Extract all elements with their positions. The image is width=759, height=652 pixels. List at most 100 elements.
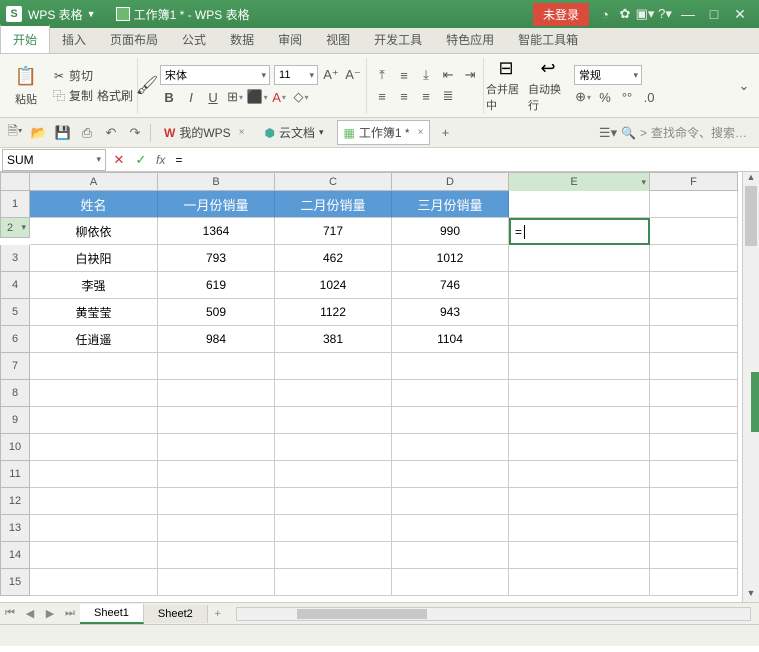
cell[interactable] bbox=[650, 218, 738, 245]
cell[interactable] bbox=[392, 380, 509, 407]
italic-button[interactable]: I bbox=[182, 88, 200, 106]
align-right-button[interactable]: ≡ bbox=[417, 87, 435, 105]
cell[interactable] bbox=[30, 380, 158, 407]
cell[interactable] bbox=[509, 245, 650, 272]
row-header[interactable]: 6 bbox=[0, 326, 30, 353]
formula-accept-button[interactable]: ✓ bbox=[130, 152, 152, 168]
sheet-tab-2[interactable]: Sheet2 bbox=[144, 605, 208, 623]
cell[interactable] bbox=[650, 407, 738, 434]
tab-smarttools[interactable]: 智能工具箱 bbox=[506, 26, 590, 53]
cell[interactable]: 1024 bbox=[275, 272, 392, 299]
paste-button[interactable]: 📋 粘贴 bbox=[6, 60, 46, 112]
row-header[interactable]: 10 bbox=[0, 434, 30, 461]
tab-data[interactable]: 数据 bbox=[218, 26, 266, 53]
share-icon[interactable]: ▣▾ bbox=[635, 6, 655, 22]
formula-cancel-button[interactable]: ✕ bbox=[108, 152, 130, 168]
workbook-tab[interactable]: ▦工作簿1 *× bbox=[337, 120, 431, 145]
save-icon[interactable]: 💾 bbox=[54, 124, 72, 142]
help-icon[interactable]: ?▾ bbox=[655, 6, 675, 22]
cell[interactable] bbox=[650, 299, 738, 326]
mywps-tab[interactable]: W我的WPS× bbox=[157, 120, 252, 145]
indent-right-button[interactable]: ⇥ bbox=[461, 66, 479, 84]
cell[interactable] bbox=[30, 569, 158, 596]
cell[interactable] bbox=[650, 461, 738, 488]
cell[interactable]: 白袂阳 bbox=[30, 245, 158, 272]
list-icon[interactable]: ☰▾ bbox=[599, 124, 617, 142]
indent-left-button[interactable]: ⇤ bbox=[439, 66, 457, 84]
row-header[interactable]: 8 bbox=[0, 380, 30, 407]
copy-button[interactable]: ⿻复制 bbox=[52, 87, 93, 104]
cell[interactable]: 李强 bbox=[30, 272, 158, 299]
cell[interactable]: 三月份销量 bbox=[392, 191, 509, 218]
row-header[interactable]: 13 bbox=[0, 515, 30, 542]
cell[interactable] bbox=[509, 272, 650, 299]
command-search[interactable]: ☰▾ 🔍 > 查找命令、搜索… bbox=[460, 124, 753, 142]
new-doc-icon[interactable]: 🗎▾ bbox=[6, 124, 24, 142]
cell[interactable] bbox=[650, 434, 738, 461]
cell[interactable] bbox=[275, 434, 392, 461]
scroll-down-icon[interactable]: ▼ bbox=[743, 588, 759, 602]
decrease-font-button[interactable]: A⁻ bbox=[344, 66, 362, 84]
cell[interactable] bbox=[30, 461, 158, 488]
align-center-button[interactable]: ≡ bbox=[395, 87, 413, 105]
cell[interactable] bbox=[509, 407, 650, 434]
clouddoc-tab[interactable]: ⬢云文档▾ bbox=[258, 120, 331, 145]
cell[interactable] bbox=[392, 488, 509, 515]
cell[interactable] bbox=[30, 407, 158, 434]
scroll-up-icon[interactable]: ▲ bbox=[743, 172, 759, 186]
cell[interactable]: 990 bbox=[392, 218, 509, 245]
cell[interactable] bbox=[392, 515, 509, 542]
add-sheet-button[interactable]: + bbox=[208, 608, 228, 620]
border-button[interactable]: ⊞ bbox=[226, 88, 244, 106]
cell[interactable] bbox=[30, 353, 158, 380]
login-button[interactable]: 未登录 bbox=[533, 3, 589, 26]
number-format-select[interactable]: 常规 bbox=[574, 65, 642, 85]
underline-button[interactable]: U bbox=[204, 88, 222, 106]
cell[interactable] bbox=[509, 461, 650, 488]
cell[interactable]: 1012 bbox=[392, 245, 509, 272]
cell[interactable] bbox=[30, 434, 158, 461]
row-header[interactable]: 14 bbox=[0, 542, 30, 569]
row-header[interactable]: 3 bbox=[0, 245, 30, 272]
percent-button[interactable]: % bbox=[596, 88, 614, 106]
align-middle-button[interactable]: ≡ bbox=[395, 66, 413, 84]
col-header-f[interactable]: F bbox=[650, 172, 738, 191]
minimize-button[interactable]: — bbox=[675, 6, 701, 22]
cell[interactable] bbox=[158, 461, 275, 488]
cell[interactable] bbox=[650, 515, 738, 542]
cell[interactable] bbox=[392, 407, 509, 434]
cell[interactable] bbox=[509, 353, 650, 380]
app-menu-dropdown[interactable]: ▼ bbox=[87, 9, 96, 19]
cell[interactable]: 619 bbox=[158, 272, 275, 299]
row-header[interactable]: 7 bbox=[0, 353, 30, 380]
cell[interactable] bbox=[275, 569, 392, 596]
cell[interactable] bbox=[392, 461, 509, 488]
sheet-nav-next[interactable]: ▶ bbox=[40, 607, 60, 620]
select-all-corner[interactable] bbox=[0, 172, 30, 191]
cell[interactable] bbox=[158, 353, 275, 380]
scroll-thumb[interactable] bbox=[745, 186, 757, 246]
sheet-nav-last[interactable]: ⏭ bbox=[60, 607, 80, 620]
row-header[interactable]: 11 bbox=[0, 461, 30, 488]
cell[interactable]: 746 bbox=[392, 272, 509, 299]
open-icon[interactable]: 📂 bbox=[30, 124, 48, 142]
col-header-b[interactable]: B bbox=[158, 172, 275, 191]
cell[interactable] bbox=[650, 569, 738, 596]
cell[interactable]: = bbox=[509, 218, 650, 245]
format-painter-icon-button[interactable]: 🖌 bbox=[140, 79, 154, 93]
cell[interactable] bbox=[30, 515, 158, 542]
row-header[interactable]: 2 bbox=[0, 218, 30, 238]
sheet-tab-1[interactable]: Sheet1 bbox=[80, 604, 144, 624]
cell[interactable] bbox=[650, 353, 738, 380]
cell[interactable] bbox=[158, 515, 275, 542]
tab-home[interactable]: 开始 bbox=[0, 24, 50, 53]
cell[interactable]: 462 bbox=[275, 245, 392, 272]
tab-review[interactable]: 审阅 bbox=[266, 26, 314, 53]
close-tab-icon[interactable]: × bbox=[239, 127, 245, 138]
fill-color-button[interactable]: ⬛ bbox=[248, 88, 266, 106]
font-size-select[interactable]: 11 bbox=[274, 65, 318, 85]
justify-button[interactable]: ≣ bbox=[439, 87, 457, 105]
cell[interactable] bbox=[275, 461, 392, 488]
cell[interactable] bbox=[509, 380, 650, 407]
cell[interactable] bbox=[158, 380, 275, 407]
